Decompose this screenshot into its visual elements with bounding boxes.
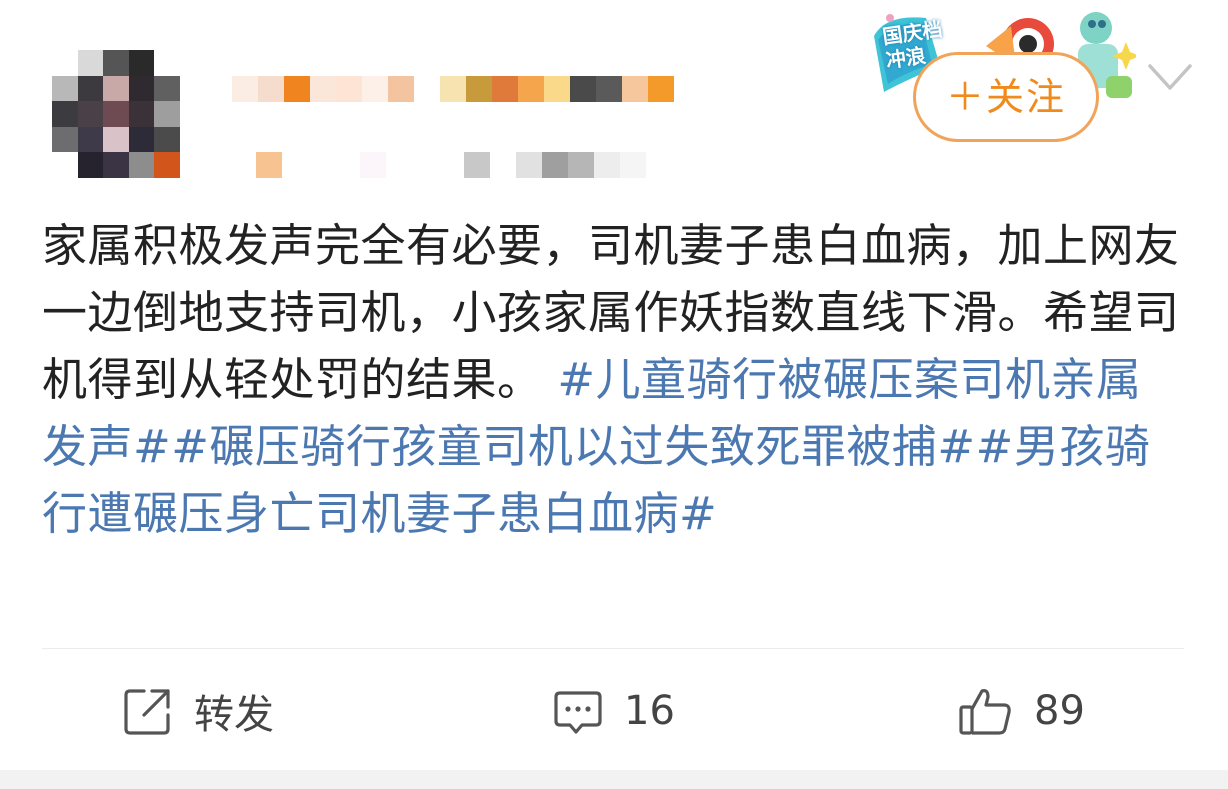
thumbs-up-icon [959,689,1011,735]
divider [42,648,1184,649]
comment-button[interactable]: 16 [552,676,675,746]
hashtag-link[interactable]: #碾压骑行孩童司机以过失致死罪被捕# [171,420,975,473]
avatar[interactable] [52,50,180,178]
bottom-divider [0,770,1228,789]
username-blurred[interactable] [232,76,674,102]
weibo-post: 国庆档 冲浪 ＋关注 家属积极发声完全有必要，司机妻子患白血病，加上网友一边倒地… [0,0,1228,789]
post-content: 家属积极发声完全有必要，司机妻子患白血病，加上网友一边倒地支持司机，小孩家属作妖… [42,212,1182,547]
share-icon [124,689,170,735]
follow-button[interactable]: ＋关注 [913,52,1099,142]
repost-label: 转发 [194,692,274,738]
like-count: 89 [1034,688,1085,734]
repost-button[interactable]: 转发 [122,676,274,746]
post-meta-blurred [256,152,646,178]
like-button[interactable]: 89 [958,676,1085,746]
comment-icon [554,691,602,734]
comment-count: 16 [624,688,675,734]
chevron-down-icon[interactable] [1146,58,1194,98]
